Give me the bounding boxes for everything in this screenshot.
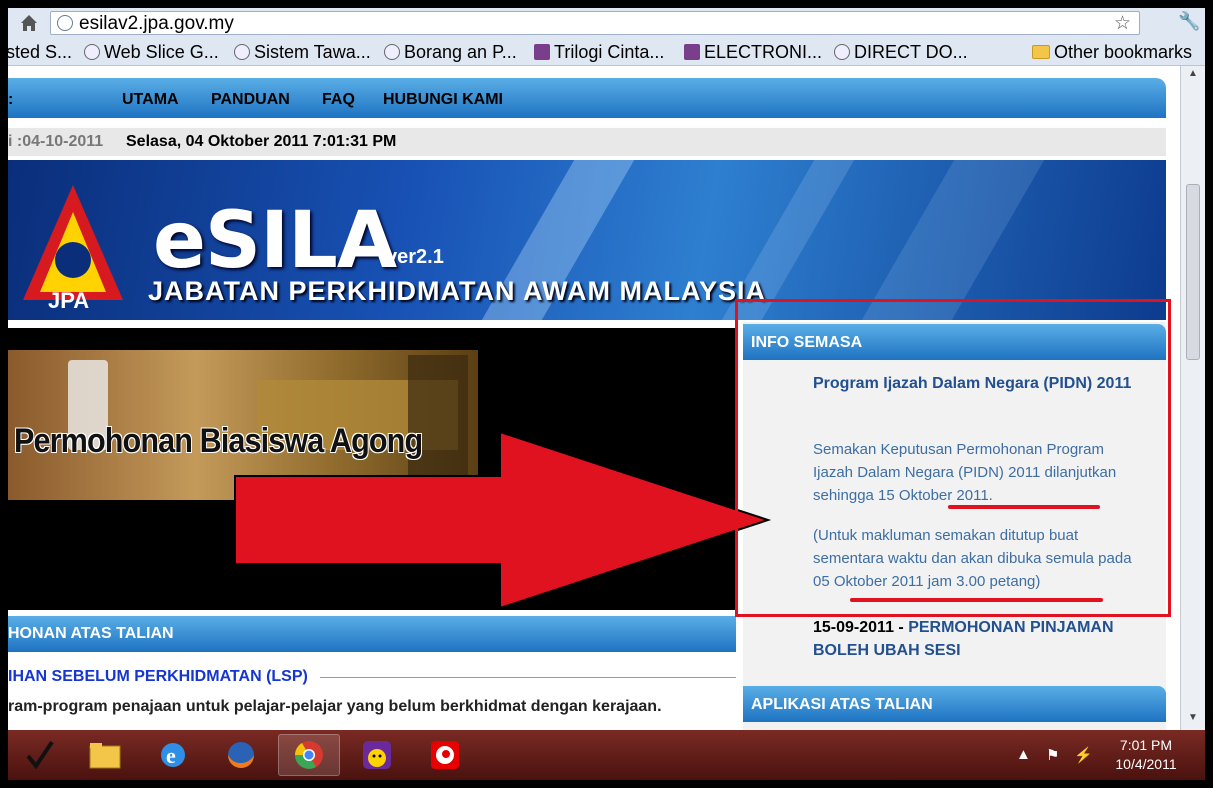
jpa-logo: JPA — [23, 185, 123, 310]
nav-faq[interactable]: FAQ — [322, 91, 355, 109]
scrollbar-thumb[interactable] — [1186, 184, 1200, 360]
windows-taskbar: e ▲ ⚑ ⚡ 7:01 PM 10/4/2011 — [8, 730, 1205, 780]
date-long: Selasa, 04 Oktober 2011 7:01:31 PM — [126, 133, 397, 150]
svg-text:JPA: JPA — [48, 288, 89, 310]
bookmarks-bar: sted S... Web Slice G... Sistem Tawa... … — [8, 38, 1205, 66]
vertical-scrollbar[interactable]: ▲ ▼ — [1180, 66, 1205, 730]
folder-icon — [89, 743, 121, 769]
clock-time: 7:01 PM — [1119, 737, 1173, 753]
screenshot-frame: esilav2.jpa.gov.my ☆ 🔧 sted S... Web Sli… — [0, 0, 1213, 788]
yahoo-messenger-icon — [363, 741, 391, 769]
globe-icon — [834, 44, 850, 60]
permohonan-header: HONAN ATAS TALIAN — [8, 616, 736, 652]
site-favicon-icon — [684, 44, 700, 60]
date-bar: i :04-10-2011 Selasa, 04 Oktober 2011 7:… — [8, 128, 1166, 156]
power-icon[interactable]: ⚡ — [1074, 746, 1093, 764]
annotation-box — [735, 299, 1171, 617]
globe-icon — [384, 44, 400, 60]
home-icon[interactable] — [18, 12, 40, 34]
annotation-underline — [850, 598, 1103, 602]
bookmark-star-icon[interactable]: ☆ — [1114, 12, 1131, 35]
globe-icon — [57, 15, 73, 31]
action-center-icon[interactable]: ⚑ — [1046, 746, 1059, 764]
chrome-icon — [295, 741, 323, 769]
bookmark-label: Web Slice G... — [104, 41, 219, 62]
wrench-icon[interactable]: 🔧 — [1178, 11, 1200, 32]
bookmark-label: ELECTRONI... — [704, 41, 823, 62]
url-text: esilav2.jpa.gov.my — [79, 13, 234, 34]
bookmark-label: Sistem Tawa... — [254, 41, 371, 62]
system-clock[interactable]: 7:01 PM 10/4/2011 — [1106, 736, 1186, 774]
bookmark-item[interactable]: Sistem Tawa... — [234, 41, 371, 63]
scroll-down-icon[interactable]: ▼ — [1185, 712, 1201, 726]
svg-text:e: e — [166, 743, 176, 768]
taskbar-chrome[interactable] — [278, 734, 340, 776]
bookmark-label: Trilogi Cinta... — [554, 41, 665, 62]
globe-icon — [84, 44, 100, 60]
bookmark-item[interactable]: Trilogi Cinta... — [534, 41, 664, 63]
bookmark-label: Borang an P... — [404, 41, 517, 62]
banner-subtitle: JABATAN PERKHIDMATAN AWAM MALAYSIA — [148, 276, 766, 306]
esila-title: eSILA — [153, 196, 397, 286]
firefox-icon — [228, 742, 254, 768]
lsp-description: ram-program penajaan untuk pelajar-pelaj… — [8, 698, 662, 715]
start-button[interactable] — [8, 734, 70, 776]
aplikasi-title: APLIKASI ATAS TALIAN — [751, 696, 933, 713]
esila-banner: JPA eSILA ver2.1 JABATAN PERKHIDMATAN AW… — [8, 160, 1166, 320]
nav-utama[interactable]: UTAMA — [122, 91, 179, 109]
bookmark-item[interactable]: DIRECT DO... — [834, 41, 968, 63]
esila-version: ver2.1 — [386, 246, 444, 268]
taskbar-ie[interactable]: e — [142, 734, 204, 776]
divider — [320, 677, 736, 678]
bookmark-item[interactable]: sted S... — [8, 41, 72, 63]
annotation-underline — [948, 505, 1100, 509]
nav-stub: : — [8, 91, 14, 108]
scroll-up-icon[interactable]: ▲ — [1185, 68, 1201, 82]
nav-panduan[interactable]: PANDUAN — [211, 91, 290, 109]
main-nav: : UTAMA PANDUAN FAQ HUBUNGI KAMI — [8, 78, 1166, 118]
news-date: 15-09-2011 - — [813, 619, 904, 636]
aplikasi-header: APLIKASI ATAS TALIAN — [743, 686, 1166, 722]
date-short: i :04-10-2011 — [8, 133, 104, 150]
tray-expand-icon[interactable]: ▲ — [1016, 746, 1031, 763]
bookmark-label: Other bookmarks — [1054, 41, 1193, 62]
vodafone-icon — [431, 741, 459, 769]
taskbar-vodafone[interactable] — [414, 734, 476, 776]
bookmark-item[interactable]: Borang an P... — [384, 41, 517, 63]
browser-toolbar: esilav2.jpa.gov.my ☆ 🔧 — [8, 8, 1205, 38]
globe-icon — [234, 44, 250, 60]
taskbar-firefox[interactable] — [210, 734, 272, 776]
site-favicon-icon — [534, 44, 550, 60]
news-item: 15-09-2011 - PERMOHONAN PINJAMAN BOLEH U… — [813, 616, 1153, 662]
bookmark-label: DIRECT DO... — [854, 41, 968, 62]
taskbar-yahoo[interactable] — [346, 734, 408, 776]
folder-icon — [1032, 45, 1050, 59]
internet-explorer-icon: e — [161, 743, 185, 768]
biasiswa-title: Permohonan Biasiswa Agong — [14, 422, 423, 460]
address-bar[interactable]: esilav2.jpa.gov.my ☆ — [50, 11, 1140, 35]
other-bookmarks[interactable]: Other bookmarks — [1032, 41, 1192, 63]
checkmark-icon — [26, 740, 54, 770]
bookmark-item[interactable]: Web Slice G... — [84, 41, 219, 63]
bookmark-item[interactable]: ELECTRONI... — [684, 41, 822, 63]
nav-hubungi-kami[interactable]: HUBUNGI KAMI — [383, 91, 503, 109]
clock-date: 10/4/2011 — [1115, 756, 1177, 772]
bookmark-label: sted S... — [8, 41, 73, 62]
biasiswa-agong-banner[interactable]: Permohonan Biasiswa Agong — [8, 350, 478, 500]
lsp-title-link[interactable]: IHAN SEBELUM PERKHIDMATAN (LSP) — [8, 668, 308, 686]
permohonan-header-text: HONAN ATAS TALIAN — [8, 625, 174, 642]
taskbar-explorer[interactable] — [74, 734, 136, 776]
